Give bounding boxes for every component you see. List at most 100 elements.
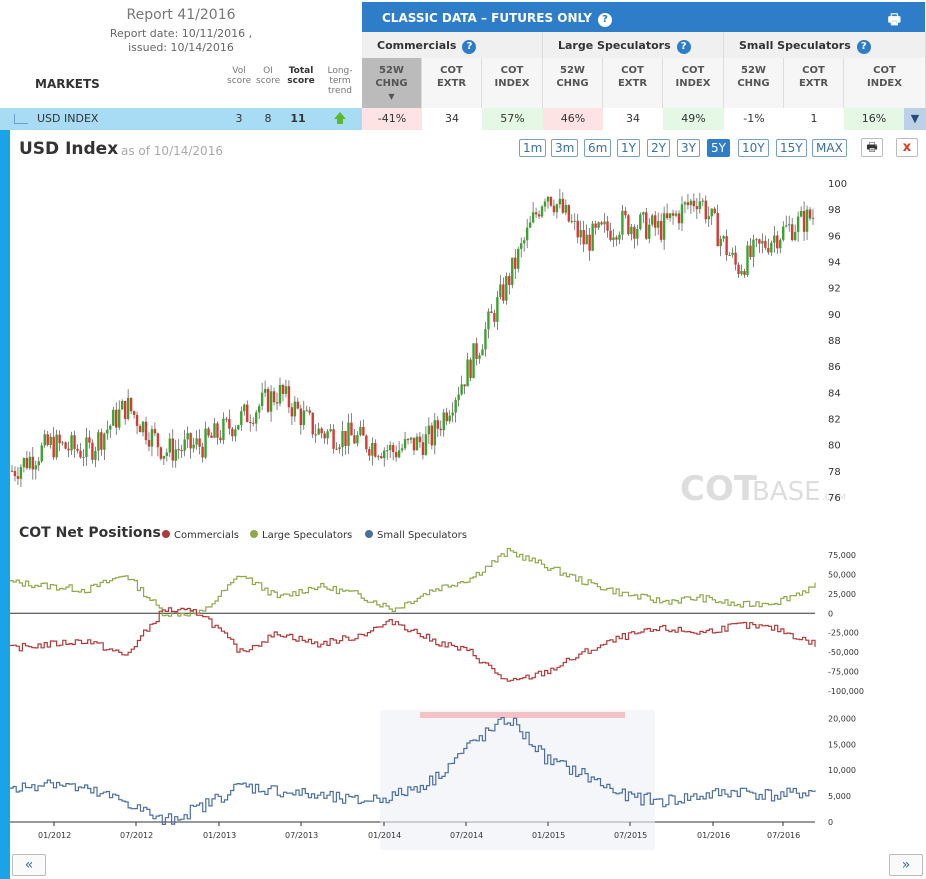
candle-body [234, 429, 237, 437]
candle-body [776, 235, 779, 249]
candle-body [338, 447, 341, 450]
candle-body [472, 343, 475, 379]
candle-body [186, 433, 189, 440]
x-tick-label: 07/2012 [120, 831, 153, 840]
candle-body [141, 421, 145, 433]
column-header[interactable]: COT EXTR [784, 58, 844, 108]
candle-body [67, 448, 70, 451]
range-button-5y[interactable]: 5Y [707, 139, 730, 157]
candle-body [400, 448, 404, 451]
candle-body [246, 404, 249, 423]
legend-item[interactable]: Large Speculators [250, 530, 352, 541]
candle-body [263, 389, 267, 393]
report-issued: issued: 10/14/2016 [128, 41, 234, 54]
previous-button[interactable]: « [12, 854, 46, 876]
range-button-1y[interactable]: 1Y [617, 139, 640, 157]
range-button-1m[interactable]: 1m [519, 139, 547, 157]
candle-body [380, 456, 383, 459]
candle-body [662, 213, 666, 240]
x-tick-label: 01/2016 [697, 831, 730, 840]
candle-body [347, 422, 350, 446]
candle-body [782, 226, 785, 240]
range-button-max[interactable]: MAX [812, 139, 847, 157]
chart-small-icon[interactable] [14, 114, 28, 124]
candle-body [525, 227, 529, 241]
candle-body [213, 423, 216, 438]
help-icon[interactable]: ? [856, 40, 871, 54]
column-header[interactable]: 52W CHNG [543, 58, 603, 108]
candle-body [752, 239, 755, 257]
range-button-10y[interactable]: 10Y [738, 139, 769, 157]
candle-body [796, 216, 800, 232]
candle-body [183, 439, 186, 451]
candle-body [630, 226, 633, 235]
column-header[interactable]: 52W CHNG [724, 58, 784, 108]
total-score-header[interactable]: Total score [286, 66, 316, 86]
candle-body [162, 455, 166, 459]
candle-body [257, 406, 261, 413]
candle-body [40, 445, 43, 462]
range-button-15y[interactable]: 15Y [776, 139, 807, 157]
range-button-2y[interactable]: 2Y [647, 139, 670, 157]
candle-body [597, 222, 600, 228]
candle-body [383, 450, 386, 459]
candle-body [362, 426, 365, 436]
candle-body [642, 212, 645, 215]
trend-header[interactable]: Long-term trend [318, 66, 362, 96]
oi-score-header[interactable]: OI score [256, 66, 280, 86]
group-large-speculators: Large Speculators? [543, 32, 724, 58]
candle-body [436, 420, 440, 429]
y-tick-label: 0 [828, 609, 833, 618]
y-tick-label: 10,000 [828, 766, 856, 775]
candle-body [314, 434, 317, 436]
candle-body [374, 442, 377, 457]
column-header[interactable]: COT INDEX [844, 58, 926, 108]
candle-body [505, 276, 508, 301]
usd-index-chart: COTBASE .COM767880828486889092949698100 [10, 179, 847, 509]
candle-body [94, 450, 97, 460]
x-tick-label: 01/2013 [203, 831, 236, 840]
range-button-3m[interactable]: 3m [551, 139, 579, 157]
candle-body [743, 270, 746, 276]
candle-body [91, 442, 94, 460]
next-button[interactable]: » [889, 854, 923, 876]
sort-down-icon[interactable]: ▼ [362, 90, 421, 103]
column-header[interactable]: COT INDEX [482, 58, 543, 108]
column-header[interactable]: COT INDEX [663, 58, 724, 108]
candle-body [150, 429, 154, 447]
markets-header[interactable]: MARKETS [35, 77, 100, 91]
candle-body [522, 240, 526, 244]
candle-body [692, 200, 696, 207]
close-icon[interactable]: x [896, 138, 918, 157]
candle-body [320, 428, 323, 434]
candle-body [365, 435, 368, 450]
print-icon[interactable]: 🖶 [888, 9, 901, 33]
column-header[interactable]: 52W CHNG ▼ [362, 58, 422, 108]
candle-body [755, 239, 758, 241]
candle-body [514, 257, 517, 269]
range-button-6m[interactable]: 6m [584, 139, 612, 157]
up-arrow-stem [337, 119, 343, 124]
row-value: 57% [482, 108, 543, 130]
legend-item[interactable]: Small Speculators [365, 530, 467, 541]
candle-body [469, 359, 472, 379]
candle-body [621, 210, 624, 235]
market-name[interactable]: USD INDEX [37, 108, 98, 130]
help-icon[interactable]: ? [462, 40, 477, 54]
y-tick-label: 94 [828, 258, 841, 269]
vol-score-header[interactable]: Vol score [227, 66, 251, 86]
print-chart-button[interactable]: 🖶 [861, 138, 883, 157]
help-icon[interactable]: ? [676, 40, 691, 54]
x-tick-label: 07/2014 [450, 831, 483, 840]
candle-body [511, 257, 514, 285]
candle-body [240, 411, 243, 426]
legend-item[interactable]: Commercials [162, 530, 239, 541]
column-header[interactable]: COT EXTR [603, 58, 663, 108]
dropdown-arrow-icon[interactable]: ▼ [904, 108, 926, 130]
candle-body [371, 442, 374, 456]
help-icon[interactable]: ? [598, 13, 612, 27]
range-button-3y[interactable]: 3Y [677, 139, 700, 157]
column-header[interactable]: COT EXTR [422, 58, 482, 108]
candle-body [49, 436, 52, 445]
candle-body [290, 407, 294, 417]
